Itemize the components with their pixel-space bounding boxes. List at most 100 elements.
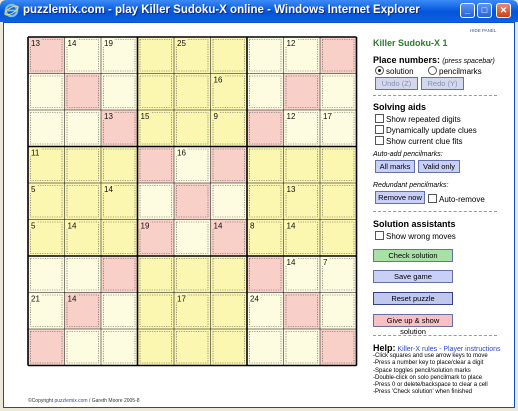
grid-cell[interactable] [101,73,138,111]
auto-remove-checkbox[interactable] [428,194,437,203]
grid-cell[interactable] [28,73,65,111]
grid-cell[interactable] [101,329,138,366]
grid-cell[interactable] [283,329,321,366]
grid-cell[interactable] [137,146,175,184]
show-wrong-checkbox[interactable] [375,231,384,240]
undo-button[interactable]: Undo (Z) [375,77,418,90]
all-marks-button[interactable]: All marks [375,160,415,173]
grid-cell[interactable] [283,292,321,330]
minimize-button[interactable]: _ [460,3,475,18]
grid-cell[interactable] [101,292,138,330]
grid-cell[interactable] [174,256,211,293]
grid-cell[interactable] [137,292,175,330]
grid-cell[interactable] [210,292,248,330]
grid-cell[interactable] [247,329,284,366]
grid-cell[interactable] [28,256,65,293]
dynamic-clues-label: Dynamically update clues [386,126,477,135]
title-bar[interactable]: puzzlemix.com - play Killer Sudoku-X onl… [0,0,518,22]
grid-cell[interactable] [247,110,284,147]
help-line: -Space toggles pencil/solution marks [373,367,471,374]
cage-sum-clue: 11 [31,149,40,158]
grid-cell[interactable] [101,146,138,184]
grid-cell[interactable] [174,329,211,366]
grid-cell[interactable] [64,146,102,184]
clue-fits-checkbox[interactable] [375,136,384,145]
redo-button[interactable]: Redo (Y) [421,77,464,90]
grid-cell[interactable] [28,329,65,366]
grid-cell[interactable] [247,146,284,184]
grid-cell[interactable] [64,73,102,111]
grid-cell[interactable] [64,183,102,220]
mode-pencilmarks-option[interactable]: pencilmarks [428,66,482,76]
rules-instructions-link[interactable]: Killer-X rules - Player instructions [397,346,500,353]
grid-cell[interactable] [174,219,211,257]
grid-cell[interactable] [210,183,248,220]
auto-remove-option[interactable]: Auto-remove [428,194,485,204]
cage-sum-clue: 14 [68,222,77,231]
grid-cell[interactable] [320,329,357,366]
grid-cell[interactable] [210,37,248,74]
cage-sum-clue: 16 [214,76,223,85]
copyright-footer: ©Copyright puzzlemix.com / Gareth Moore … [28,398,140,404]
reset-puzzle-button[interactable]: Reset puzzle [373,292,453,305]
grid-cell[interactable] [320,73,357,111]
grid-cell[interactable] [174,73,211,111]
cage-sum-clue: 19 [104,39,113,48]
grid-cell[interactable] [320,37,357,74]
grid-cell[interactable] [101,219,138,257]
grid-cell[interactable] [64,329,102,366]
hide-panel-link[interactable]: HIDE PANEL [470,28,496,33]
cage-sum-clue: 21 [31,295,40,304]
grid-cell[interactable] [283,73,321,111]
grid-cell[interactable] [320,183,357,220]
grid-cell[interactable] [320,146,357,184]
grid-cell[interactable] [320,219,357,257]
grid-cell[interactable] [283,146,321,184]
aid-repeated-option[interactable]: Show repeated digits [375,114,461,124]
grid-cell[interactable] [247,256,284,293]
cage-sum-clue: 13 [31,39,40,48]
pencilmarks-radio[interactable] [428,66,437,75]
grid-cell[interactable] [247,37,284,74]
save-game-button[interactable]: Save game [373,270,453,283]
grid-cell[interactable] [64,110,102,147]
grid-cell[interactable] [247,183,284,220]
help-line: -Press a number key to place/clear a dig… [373,360,484,367]
cage-sum-clue: 9 [214,112,219,121]
aid-dynamic-option[interactable]: Dynamically update clues [375,125,477,135]
give-up-button[interactable]: Give up & show solution [373,314,453,336]
grid-cell[interactable] [174,110,211,147]
grid-cell[interactable] [64,256,102,293]
grid-cell[interactable] [137,37,175,74]
grid-cell[interactable] [247,73,284,111]
killer-sudoku-grid[interactable]: 13 14 19 25 12 16 13 15 9 12 17 11 16 5 14 13 5 14 19 14 8 14… [27,36,358,367]
grid-cell[interactable] [137,329,175,366]
puzzlemix-link[interactable]: puzzlemix.com [54,398,87,404]
repeated-digits-checkbox[interactable] [375,114,384,123]
aid-clue-fits-option[interactable]: Show current clue fits [375,136,462,146]
show-wrong-label: Show wrong moves [386,232,456,241]
grid-cell[interactable] [28,110,65,147]
grid-cell[interactable] [174,183,211,220]
check-solution-button[interactable]: Check solution [373,249,453,262]
cage-sum-clue: 17 [177,295,186,304]
valid-only-button[interactable]: Valid only [418,160,460,173]
solution-radio[interactable] [375,66,384,75]
grid-cell[interactable] [210,146,248,184]
grid-cell[interactable] [101,256,138,293]
dynamic-clues-checkbox[interactable] [375,125,384,134]
maximize-button[interactable]: □ [477,3,492,18]
grid-cell[interactable] [137,73,175,111]
clue-fits-label: Show current clue fits [386,137,463,146]
grid-cell[interactable] [210,329,248,366]
show-wrong-option[interactable]: Show wrong moves [375,231,456,241]
close-button[interactable]: ✕ [496,3,511,18]
grid-cell[interactable] [320,292,357,330]
grid-cell[interactable] [210,256,248,293]
mode-solution-option[interactable]: solution [375,66,414,76]
grid-cell[interactable] [137,256,175,293]
cage-sum-clue: 13 [287,185,296,194]
grid-cell[interactable] [137,183,175,220]
window-title: puzzlemix.com - play Killer Sudoku-X onl… [23,4,420,16]
remove-now-button[interactable]: Remove now [375,191,425,204]
